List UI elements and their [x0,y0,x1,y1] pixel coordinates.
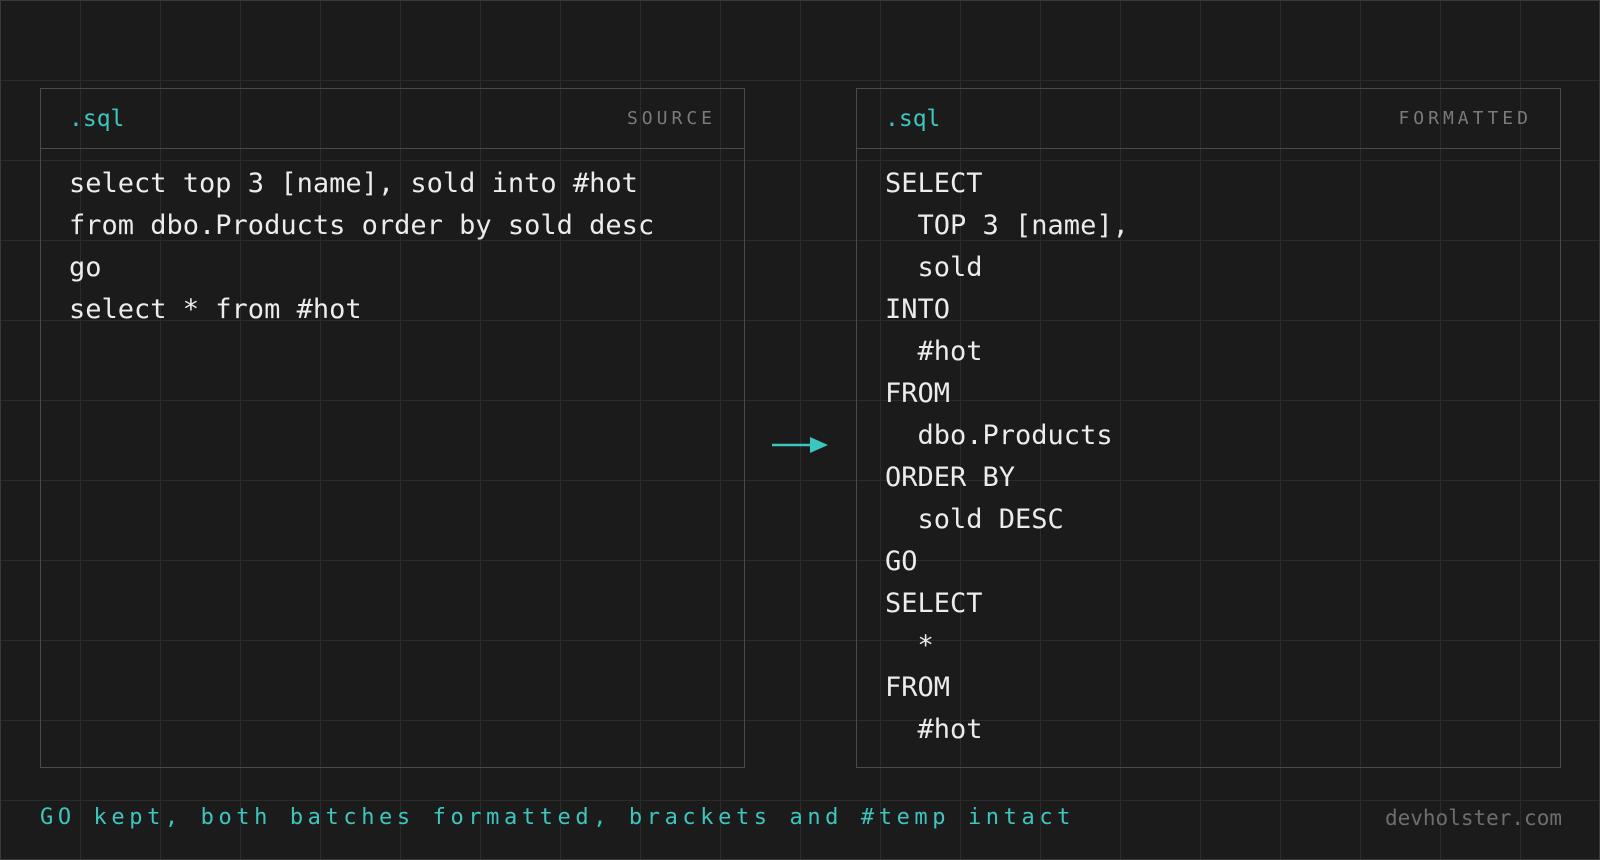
source-tag: SOURCE [626,108,716,129]
formatted-code[interactable]: SELECT TOP 3 [name], sold INTO #hot FROM d… [857,149,1560,751]
formatted-code-line: TOP 3 [name], [885,210,1129,241]
formatted-code-line: #hot [885,336,983,367]
source-panel-header: .sql SOURCE [41,89,744,149]
source-file-extension: .sql [69,105,125,132]
source-code-line: go [69,252,102,283]
formatted-code-line: * [885,630,934,661]
source-code-line: from dbo.Products order by sold desc [69,210,655,241]
caption-note: GO kept, both batches formatted, bracket… [40,805,1076,830]
formatted-panel: .sql FORMATTED SELECT TOP 3 [name], sold… [856,88,1561,768]
formatted-file-extension: .sql [885,105,941,132]
formatted-code-line: #hot [885,714,983,745]
source-code-line: select top 3 [name], sold into #hot [69,168,638,199]
formatted-code-line: GO [885,546,918,577]
formatted-code-line: sold DESC [885,504,1064,535]
arrow-right-icon [772,437,828,453]
formatted-code-line: dbo.Products [885,420,1113,451]
formatted-code-line: FROM [885,378,951,409]
formatted-code-line: FROM [885,672,951,703]
brand-watermark: devholster.com [1384,806,1562,830]
formatted-panel-header: .sql FORMATTED [857,89,1560,149]
formatted-code-line: SELECT [885,588,983,619]
source-code[interactable]: select top 3 [name], sold into #hot from … [41,149,744,331]
formatted-code-line: INTO [885,294,951,325]
source-code-line: select * from #hot [69,294,362,325]
formatted-tag: FORMATTED [1398,108,1532,129]
formatted-code-line: ORDER BY [885,462,1016,493]
formatted-code-line: sold [885,252,983,283]
formatted-code-line: SELECT [885,168,983,199]
source-panel: .sql SOURCE select top 3 [name], sold in… [40,88,745,768]
